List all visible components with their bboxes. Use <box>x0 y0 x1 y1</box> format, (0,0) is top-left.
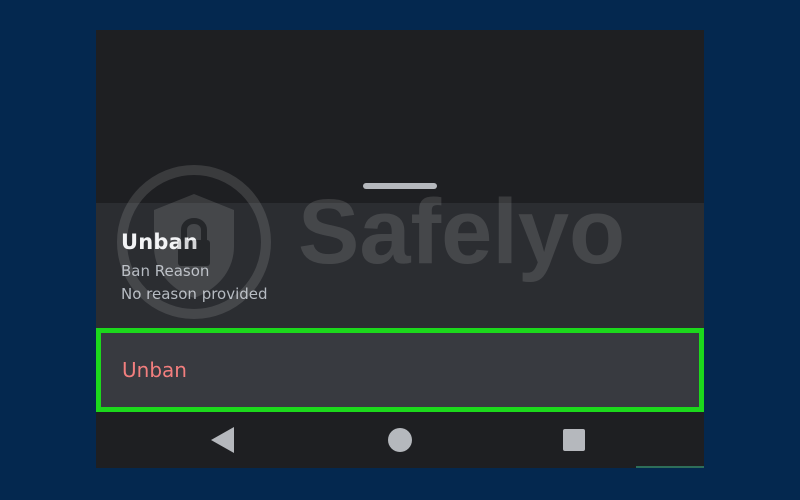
ban-reason-label: Ban Reason <box>121 262 210 280</box>
nav-recents-button[interactable] <box>544 412 604 468</box>
unban-button-label: Unban <box>122 358 187 382</box>
sheet-title: Unban <box>121 230 199 254</box>
phone-screen: Unban Ban Reason No reason provided Unba… <box>96 30 704 468</box>
back-triangle-icon <box>211 427 234 453</box>
ban-reason-value: No reason provided <box>121 285 268 303</box>
gesture-accent-line <box>636 466 704 468</box>
home-circle-icon <box>388 428 412 452</box>
unban-button[interactable]: Unban <box>96 328 704 412</box>
android-navigation-bar <box>96 412 704 468</box>
nav-back-button[interactable] <box>193 412 253 468</box>
sheet-drag-handle[interactable] <box>363 183 437 189</box>
nav-home-button[interactable] <box>370 412 430 468</box>
recents-square-icon <box>563 429 585 451</box>
